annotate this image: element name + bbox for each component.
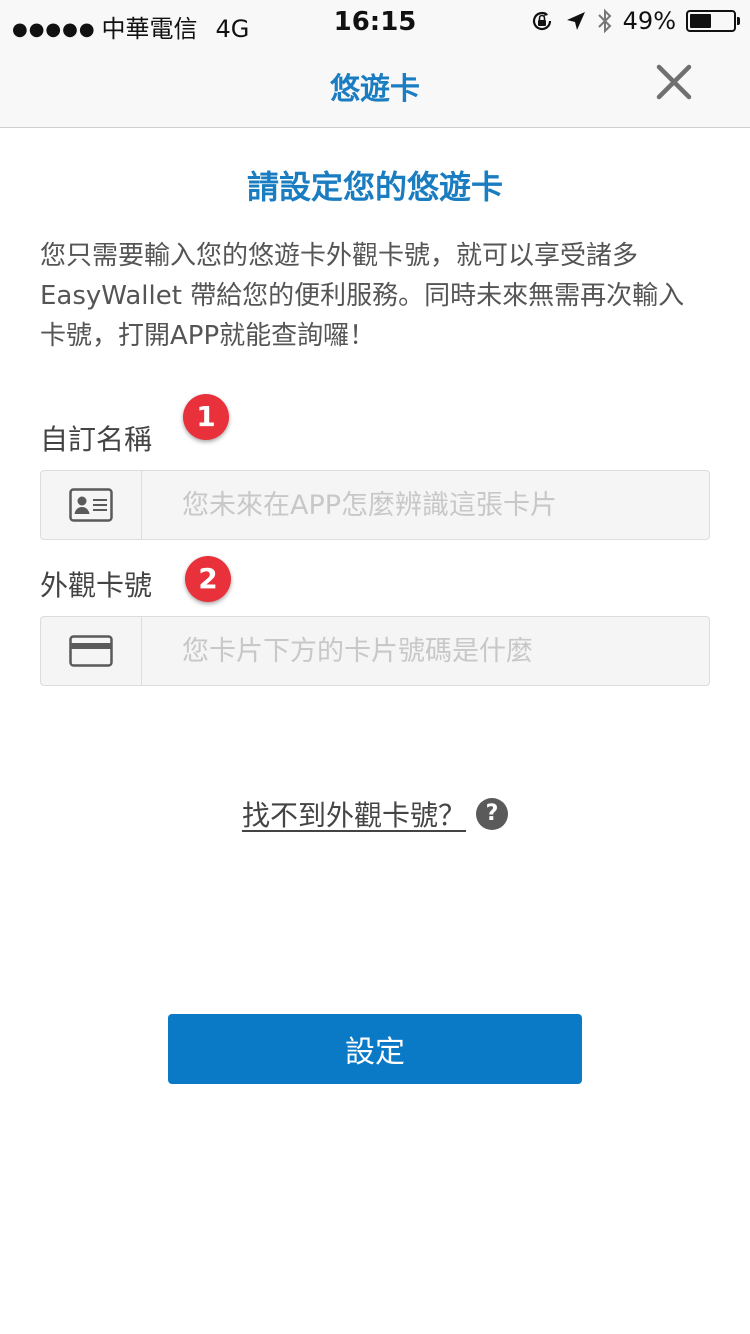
battery-icon [686, 10, 740, 32]
find-card-number-link[interactable]: 找不到外觀卡號？ [242, 794, 466, 834]
description-text: 您只需要輸入您的悠遊卡外觀卡號，就可以享受諸多EasyWallet 帶給您的便利… [40, 241, 685, 351]
rotation-lock-icon [532, 11, 551, 31]
step-badge-2: 2 [185, 556, 231, 602]
custom-name-icon-cell [41, 471, 142, 539]
help-row: 找不到外觀卡號？ ? [0, 794, 750, 834]
bluetooth-icon [597, 8, 612, 34]
id-card-icon [69, 488, 113, 522]
card-number-input[interactable] [142, 617, 709, 685]
battery-percent: 49% [622, 7, 676, 35]
status-bar: ●●●●● 中華電信 4G 16:15 49% [0, 0, 750, 43]
credit-card-icon [69, 635, 113, 667]
custom-name-label: 自訂名稱 [40, 423, 153, 456]
set-button[interactable]: 設定 [168, 1014, 582, 1084]
custom-name-input[interactable] [142, 471, 709, 539]
help-question-icon[interactable]: ? [476, 798, 508, 830]
page-heading: 請設定您的悠遊卡 [246, 168, 503, 206]
nav-title: 悠遊卡 [330, 72, 420, 107]
custom-name-field [40, 470, 710, 540]
card-number-icon-cell [41, 617, 142, 685]
close-icon[interactable] [652, 60, 696, 104]
step-badge-1: 1 [183, 394, 229, 440]
card-number-field [40, 616, 710, 686]
navigation-bar: 悠遊卡 [0, 40, 750, 128]
status-right-group: 49% [529, 7, 740, 35]
location-arrow-icon [566, 12, 585, 30]
battery-level [690, 14, 711, 28]
card-number-label: 外觀卡號 [40, 569, 153, 602]
